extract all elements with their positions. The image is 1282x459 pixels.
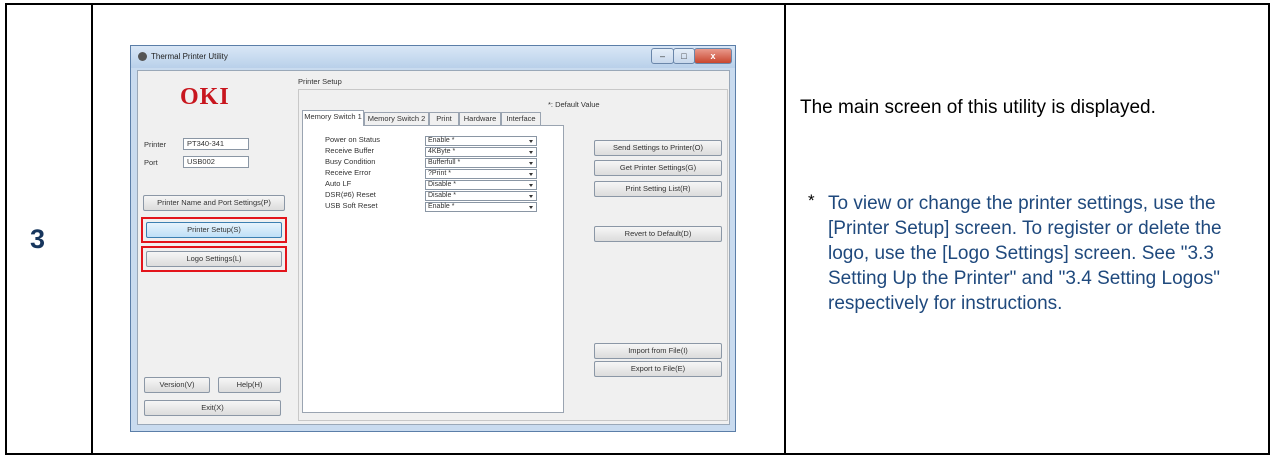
setting-label: DSR(#6) Reset	[325, 190, 376, 199]
dropdown-arrow-icon	[529, 184, 533, 187]
step-number: 3	[30, 224, 46, 254]
print-setting-list-button[interactable]: Print Setting List(R)	[594, 181, 722, 197]
setting-select[interactable]: Disable *	[425, 191, 537, 201]
column-divider	[784, 3, 786, 455]
minimize-button[interactable]: –	[651, 48, 674, 64]
printer-field[interactable]: PT340-341	[183, 138, 249, 150]
title-bar: Thermal Printer Utility – □ x	[131, 46, 735, 68]
setting-label: Auto LF	[325, 179, 352, 188]
setting-label: USB Soft Reset	[325, 201, 378, 210]
printer-label: Printer	[144, 140, 167, 149]
setting-select[interactable]: Disable *	[425, 180, 537, 190]
utility-window: Thermal Printer Utility – □ x OKI Printe…	[130, 45, 736, 432]
export-file-button[interactable]: Export to File(E)	[594, 361, 722, 377]
setting-select[interactable]: 4KByte *	[425, 147, 537, 157]
dropdown-arrow-icon	[529, 195, 533, 198]
setting-label: Receive Buffer	[325, 146, 375, 155]
setting-select[interactable]: Bufferfull *	[425, 158, 537, 168]
setting-select[interactable]: Enable *	[425, 136, 537, 146]
tab-memory-switch-2[interactable]: Memory Switch 2	[364, 112, 429, 125]
send-settings-button[interactable]: Send Settings to Printer(O)	[594, 140, 722, 156]
setting-label: Busy Condition	[325, 157, 376, 166]
dropdown-arrow-icon	[529, 140, 533, 143]
window-client: OKI Printer PT340-341 Port USB002 Printe…	[137, 70, 730, 425]
close-button[interactable]: x	[694, 48, 732, 64]
port-field[interactable]: USB002	[183, 156, 249, 168]
tab-hardware[interactable]: Hardware	[459, 112, 501, 125]
memory-switch-1-panel: Power on Status Enable * Receive Buffer …	[302, 125, 564, 413]
dropdown-arrow-icon	[529, 151, 533, 154]
import-file-button[interactable]: Import from File(I)	[594, 343, 722, 359]
tab-interface[interactable]: Interface	[501, 112, 541, 125]
window-title: Thermal Printer Utility	[151, 52, 228, 61]
step-description: The main screen of this utility is displ…	[800, 97, 1156, 118]
port-label: Port	[144, 158, 158, 167]
tab-memory-switch-1[interactable]: Memory Switch 1	[302, 110, 364, 126]
note-marker: *	[808, 191, 815, 210]
tab-print[interactable]: Print	[429, 112, 459, 125]
version-button[interactable]: Version(V)	[144, 377, 210, 393]
default-value-note: *: Default Value	[548, 100, 600, 109]
revert-default-button[interactable]: Revert to Default(D)	[594, 226, 722, 242]
setting-label: Power on Status	[325, 135, 381, 144]
step-note: To view or change the printer settings, …	[828, 193, 1222, 314]
dropdown-arrow-icon	[529, 206, 533, 209]
dropdown-arrow-icon	[529, 162, 533, 165]
oki-logo: OKI	[180, 84, 230, 110]
maximize-button[interactable]: □	[673, 48, 695, 64]
printer-setup-title: Printer Setup	[298, 77, 342, 86]
setting-select[interactable]: Enable *	[425, 202, 537, 212]
setting-label: Receive Error	[325, 168, 371, 177]
exit-button[interactable]: Exit(X)	[144, 400, 281, 416]
help-button[interactable]: Help(H)	[218, 377, 281, 393]
printer-setup-highlight	[141, 217, 287, 243]
name-port-settings-button[interactable]: Printer Name and Port Settings(P)	[143, 195, 285, 211]
column-divider	[91, 3, 93, 455]
dropdown-arrow-icon	[529, 173, 533, 176]
get-settings-button[interactable]: Get Printer Settings(G)	[594, 160, 722, 176]
logo-settings-highlight	[141, 246, 287, 272]
app-icon	[138, 52, 147, 61]
setting-select[interactable]: ?Print *	[425, 169, 537, 179]
